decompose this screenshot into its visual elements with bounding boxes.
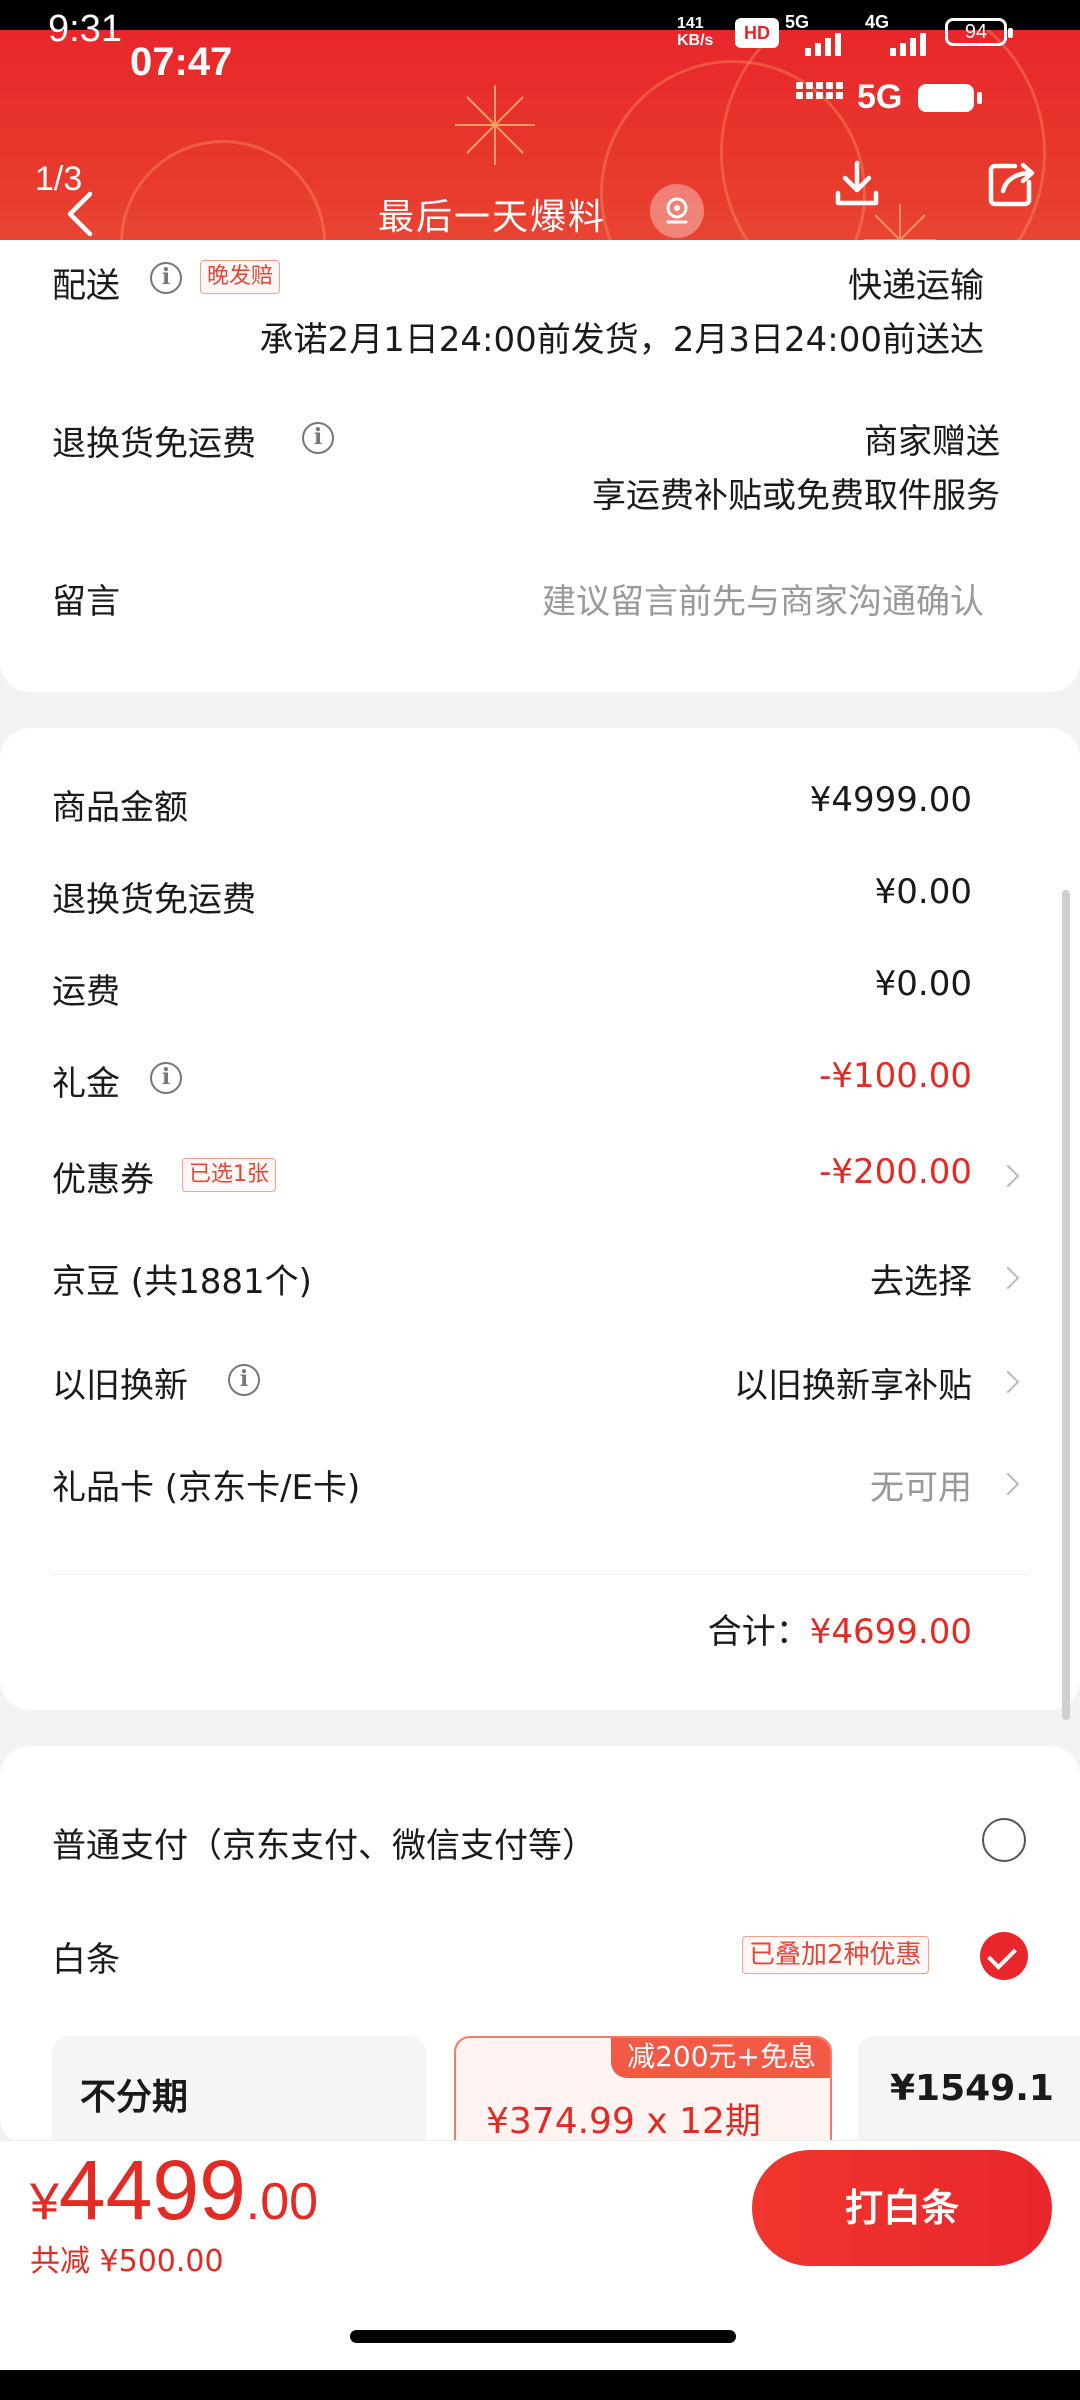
plan-title: 不分期 bbox=[80, 2077, 189, 2118]
info-icon[interactable]: i bbox=[302, 422, 334, 454]
battery-icon bbox=[918, 84, 982, 112]
return-free-shipping-desc: 享运费补贴或免费取件服务 bbox=[592, 476, 1000, 516]
divider bbox=[52, 1574, 1028, 1575]
sim2-label: 4G bbox=[865, 12, 890, 32]
net-speed-unit: KB/s bbox=[677, 32, 714, 49]
summary-value-gift-cash: -¥100.00 bbox=[819, 1056, 972, 1096]
plan-price-amount: ¥374.99 bbox=[486, 2101, 635, 2142]
signal-bars-icon bbox=[805, 30, 841, 56]
normal-payment-radio[interactable] bbox=[982, 1818, 1026, 1862]
plan-promo-badge: 减200元+免息 bbox=[611, 2038, 830, 2078]
delivery-value: 快递运输 bbox=[848, 266, 984, 306]
price-summary-card: 商品金额 ¥4999.00 退换货免运费 ¥0.00 运费 ¥0.00 礼金 i… bbox=[0, 728, 1080, 1710]
plan-price: ¥1549.1 bbox=[890, 2068, 1054, 2109]
net-speed-value: 141 bbox=[677, 15, 704, 32]
total-label: 合计： bbox=[707, 1612, 810, 1652]
baitiao-checked-icon[interactable] bbox=[980, 1932, 1028, 1980]
delivery-label: 配送 bbox=[52, 266, 120, 306]
plan-12-installment[interactable]: 减200元+免息 ¥374.99 x 12期 bbox=[454, 2036, 832, 2156]
summary-value-shipping: ¥0.00 bbox=[874, 964, 972, 1004]
location-icon[interactable] bbox=[650, 184, 704, 238]
chevron-right-icon[interactable] bbox=[996, 1164, 1020, 1188]
summary-value-jingdou[interactable]: 去选择 bbox=[870, 1254, 972, 1303]
download-icon[interactable] bbox=[830, 157, 884, 211]
chevron-right-icon[interactable] bbox=[996, 1266, 1020, 1290]
return-free-shipping-value: 商家赠送 bbox=[864, 422, 1000, 462]
screen-bezel-bottom bbox=[0, 2370, 1080, 2400]
hd-badge: HD bbox=[735, 18, 779, 48]
summary-value-goods: ¥4999.00 bbox=[809, 780, 972, 820]
plan-price: ¥374.99 x 12期 bbox=[486, 2092, 761, 2144]
plan-partial[interactable]: ¥1549.1 bbox=[858, 2036, 1080, 2156]
price-integer: 4499 bbox=[58, 2143, 246, 2237]
message-input[interactable]: 建议留言前先与商家沟通确认 bbox=[542, 574, 984, 623]
order-info-card: 配送 i 晚发赔 快递运输 承诺2月1日24:00前发货，2月3日24:00前送… bbox=[0, 240, 1080, 692]
delivery-promise: 承诺2月1日24:00前发货，2月3日24:00前送达 bbox=[259, 320, 985, 360]
summary-label-gift-cash: 礼金 bbox=[52, 1064, 120, 1104]
signal-dots-icon bbox=[796, 82, 843, 99]
info-icon[interactable]: i bbox=[228, 1364, 260, 1396]
chevron-right-icon[interactable] bbox=[996, 1472, 1020, 1496]
summary-label-jingdou[interactable]: 京豆 (共1881个) bbox=[52, 1254, 312, 1303]
back-arrow-icon[interactable] bbox=[60, 190, 100, 238]
divider bbox=[0, 2140, 1080, 2141]
normal-payment-label[interactable]: 普通支付（京东支付、微信支付等） bbox=[52, 1818, 596, 1867]
summary-label-goods: 商品金额 bbox=[52, 788, 188, 828]
inner-network-label: 5G bbox=[857, 78, 903, 116]
summary-value-gift-card[interactable]: 无可用 bbox=[870, 1460, 972, 1509]
coupon-selected-tag: 已选1张 bbox=[182, 1158, 276, 1192]
status-time-outer: 9:31 bbox=[48, 8, 122, 50]
net-speed: 141 KB/s bbox=[677, 15, 713, 49]
return-free-shipping-label: 退换货免运费 bbox=[52, 424, 256, 464]
info-icon[interactable]: i bbox=[150, 262, 182, 294]
summary-value-trade-in[interactable]: 以旧换新享补贴 bbox=[734, 1358, 972, 1407]
late-compensation-tag: 晚发赔 bbox=[200, 260, 281, 294]
summary-label-shipping: 运费 bbox=[52, 972, 120, 1012]
signal-bars-icon bbox=[890, 30, 926, 56]
price-decimal: .00 bbox=[245, 2173, 319, 2231]
page-title: 最后一天爆料 bbox=[378, 197, 607, 238]
plan-no-installment[interactable]: 不分期 bbox=[52, 2036, 426, 2156]
price-currency: ¥ bbox=[30, 2173, 59, 2231]
final-price: ¥4499.00 bbox=[30, 2142, 318, 2239]
pay-with-baitiao-button[interactable]: 打白条 bbox=[752, 2150, 1052, 2266]
baitiao-label[interactable]: 白条 bbox=[52, 1932, 120, 1981]
message-label: 留言 bbox=[52, 582, 120, 622]
total-saved: 共减 ¥500.00 bbox=[30, 2244, 224, 2279]
summary-label-gift-card[interactable]: 礼品卡 (京东卡/E卡) bbox=[52, 1460, 360, 1509]
summary-total: 合计：¥4699.00 bbox=[708, 1604, 972, 1653]
total-value: ¥4699.00 bbox=[809, 1612, 972, 1652]
status-time-inner: 07:47 bbox=[130, 40, 233, 84]
share-icon[interactable] bbox=[985, 157, 1039, 211]
battery-icon: 94 bbox=[945, 18, 1013, 46]
summary-value-return: ¥0.00 bbox=[874, 872, 972, 912]
summary-label-return: 退换货免运费 bbox=[52, 880, 256, 920]
chevron-right-icon[interactable] bbox=[996, 1370, 1020, 1394]
baitiao-discount-tag: 已叠加2种优惠 bbox=[742, 1936, 929, 1974]
summary-label-trade-in[interactable]: 以旧换新 bbox=[52, 1358, 188, 1407]
info-icon[interactable]: i bbox=[150, 1062, 182, 1094]
home-indicator[interactable] bbox=[350, 2330, 736, 2343]
scrollbar[interactable] bbox=[1062, 890, 1070, 1720]
battery-level: 94 bbox=[964, 21, 988, 43]
summary-label-coupon[interactable]: 优惠券 bbox=[52, 1152, 154, 1201]
summary-value-coupon[interactable]: -¥200.00 bbox=[819, 1152, 972, 1192]
firework-icon bbox=[455, 85, 535, 165]
plan-price-term: x 12期 bbox=[646, 2101, 761, 2142]
screen-bezel-top bbox=[0, 0, 1080, 30]
